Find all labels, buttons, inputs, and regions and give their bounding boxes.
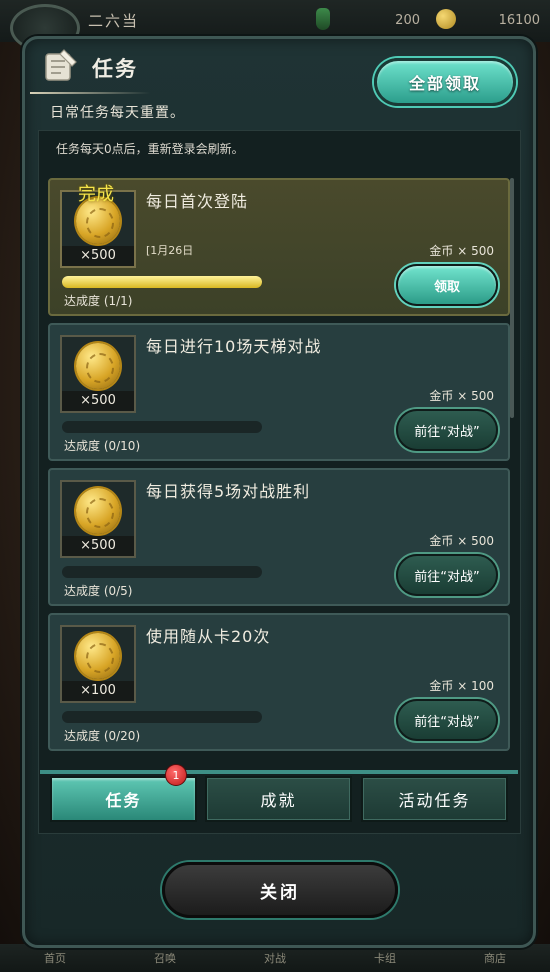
nav-shop[interactable]: 商店 bbox=[484, 950, 506, 966]
panel-title: 任务 bbox=[92, 57, 138, 81]
task-card: ×500 每日获得5场对战胜利 金币 × 500 达成度 (0/5) 前往“对战… bbox=[48, 468, 510, 606]
reward-count: ×500 bbox=[62, 391, 134, 411]
task-title: 使用随从卡20次 bbox=[146, 627, 271, 646]
reward-count: ×100 bbox=[62, 681, 134, 701]
go-battle-button[interactable]: 前往“对战” bbox=[396, 409, 498, 451]
list-scrollbar[interactable] bbox=[510, 178, 514, 418]
claim-all-button[interactable]: 全部领取 bbox=[374, 58, 516, 106]
title-underline bbox=[30, 92, 150, 94]
progress-fill bbox=[62, 276, 262, 288]
task-card: ×100 使用随从卡20次 金币 × 100 达成度 (0/20) 前往“对战” bbox=[48, 613, 510, 751]
task-card: ×500 每日进行10场天梯对战 金币 × 500 达成度 (0/10) 前往“… bbox=[48, 323, 510, 461]
refresh-notice: 任务每天0点后，重新登录会刷新。 bbox=[56, 142, 244, 156]
nav-home[interactable]: 首页 bbox=[44, 950, 66, 966]
reward-icon-frame: ×500 bbox=[60, 335, 136, 413]
tab-event-tasks[interactable]: 活动任务 bbox=[361, 776, 508, 822]
resource-value-1: 200 bbox=[395, 13, 420, 28]
go-battle-button[interactable]: 前往“对战” bbox=[396, 699, 498, 741]
progress-bar bbox=[62, 566, 262, 578]
task-reward: 金币 × 100 bbox=[429, 679, 494, 693]
close-button[interactable]: 关闭 bbox=[162, 862, 398, 918]
panel-subtitle: 日常任务每天重置。 bbox=[50, 105, 185, 121]
task-reward: 金币 × 500 bbox=[429, 244, 494, 258]
reward-icon-frame: ×500 bbox=[60, 480, 136, 558]
progress-text: 达成度 (0/10) bbox=[64, 439, 141, 453]
task-reward: 金币 × 500 bbox=[429, 389, 494, 403]
progress-bar bbox=[62, 421, 262, 433]
coin-icon bbox=[436, 9, 456, 29]
resource-value-2: 16100 bbox=[498, 13, 540, 28]
claim-button[interactable]: 领取 bbox=[396, 264, 498, 306]
gold-coin-icon bbox=[76, 343, 120, 389]
progress-text: 达成度 (0/5) bbox=[64, 584, 133, 598]
player-name: 二六当 bbox=[88, 12, 140, 30]
reward-count: ×500 bbox=[62, 246, 134, 266]
bottom-nav: 首页 召唤 对战 卡组 商店 bbox=[0, 944, 550, 972]
gold-coin-icon bbox=[76, 633, 120, 679]
gold-coin-icon bbox=[76, 488, 120, 534]
scroll-icon bbox=[45, 49, 77, 81]
task-date: [1月26日 bbox=[146, 244, 194, 257]
nav-deck[interactable]: 卡组 bbox=[374, 950, 396, 966]
completed-label: 完成 bbox=[78, 184, 114, 205]
nav-battle[interactable]: 对战 bbox=[264, 950, 286, 966]
progress-bar bbox=[62, 711, 262, 723]
reward-count: ×500 bbox=[62, 536, 134, 556]
progress-bar bbox=[62, 276, 262, 288]
task-title: 每日获得5场对战胜利 bbox=[146, 482, 311, 501]
task-title: 每日首次登陆 bbox=[146, 192, 249, 211]
task-card: ×500 每日首次登陆 [1月26日 金币 × 500 达成度 (1/1) 领取 bbox=[48, 178, 510, 316]
task-reward: 金币 × 500 bbox=[429, 534, 494, 548]
notification-badge: 1 bbox=[165, 764, 187, 786]
tab-bar-divider bbox=[40, 770, 518, 774]
go-battle-button[interactable]: 前往“对战” bbox=[396, 554, 498, 596]
tab-achievements[interactable]: 成就 bbox=[205, 776, 352, 822]
reward-icon-frame: ×100 bbox=[60, 625, 136, 703]
potion-icon bbox=[316, 8, 330, 30]
task-title: 每日进行10场天梯对战 bbox=[146, 337, 322, 356]
progress-text: 达成度 (0/20) bbox=[64, 729, 141, 743]
progress-text: 达成度 (1/1) bbox=[64, 294, 133, 308]
nav-summon[interactable]: 召唤 bbox=[154, 950, 176, 966]
